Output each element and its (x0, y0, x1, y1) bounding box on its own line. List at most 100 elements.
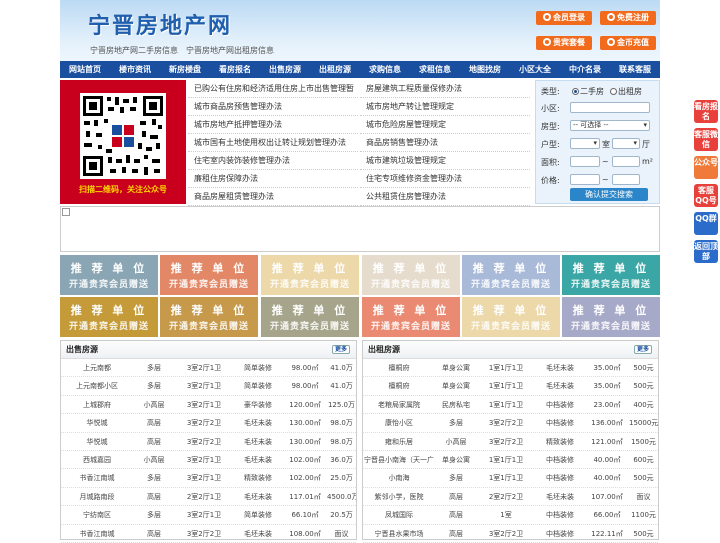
recommended-unit-ad[interactable]: 推 荐 单 位开通贵宾会员赠送 (60, 255, 158, 295)
listing-row[interactable]: 雍和乐居 小高层 3室2厅2卫 精致装修 121.00㎡ 1500元 (363, 433, 658, 451)
hall-select[interactable]: ▾ (612, 138, 640, 149)
recommended-unit-ad[interactable]: 推 荐 单 位开通贵宾会员赠送 (261, 297, 359, 337)
listing-community[interactable]: 书香江南城 (61, 525, 133, 542)
listing-row[interactable]: 华悦城 高层 3室2厅2卫 毛坯未装 130.00㎡ 98.0万 (61, 414, 356, 433)
price-min-input[interactable] (570, 174, 600, 185)
nav-viewing-signup[interactable]: 看房报名 (210, 61, 260, 78)
listing-community[interactable]: 月城路南段 (61, 488, 133, 505)
sidebar-button-2[interactable]: 公众号 (694, 156, 718, 179)
recommended-unit-ad[interactable]: 推 荐 单 位开通贵宾会员赠送 (462, 255, 560, 295)
nav-want-buy[interactable]: 求购信息 (360, 61, 410, 78)
nav-for-sale[interactable]: 出售房源 (260, 61, 310, 78)
listing-community[interactable]: 西城嘉园 (61, 451, 133, 468)
sidebar-button-3[interactable]: 客服QQ号 (694, 184, 718, 207)
news-item[interactable]: 城市房地产抵押管理办法 (188, 116, 358, 134)
news-item[interactable]: 城市危险房屋管理规定 (360, 116, 530, 134)
listing-community[interactable]: 上城郡府 (61, 396, 133, 413)
listing-row[interactable]: 老粮局家属院 民房私宅 1室1厅1卫 中档装修 23.00㎡ 400元 (363, 396, 658, 415)
recommended-unit-ad[interactable]: 推 荐 单 位开通贵宾会员赠送 (362, 255, 460, 295)
listing-community[interactable]: 檀桐府 (363, 377, 435, 394)
nav-contact[interactable]: 联系客服 (610, 61, 660, 78)
news-item[interactable]: 公共租赁住房管理办法 (360, 188, 530, 206)
news-item[interactable]: 住宅室内装饰装修管理办法 (188, 152, 358, 170)
nav-news[interactable]: 楼市资讯 (110, 61, 160, 78)
listing-community[interactable]: 紫邻小学，医院 (363, 488, 435, 505)
recommended-unit-ad[interactable]: 推 荐 单 位开通贵宾会员赠送 (160, 297, 258, 337)
listing-row[interactable]: 檀桐府 单身公寓 1室1厅1卫 毛坯未装 35.00㎡ 500元 (363, 377, 658, 396)
listing-community[interactable]: 宁晋县水果市场 (363, 525, 435, 542)
login-button[interactable]: 会员登录 (536, 11, 592, 25)
nav-new-homes[interactable]: 新房楼盘 (160, 61, 210, 78)
rent-more-button[interactable]: 更多 (634, 345, 652, 354)
listing-row[interactable]: 宁纺南区 多层 3室2厅1卫 简单装修 66.10㎡ 20.5万 (61, 506, 356, 525)
listing-row[interactable]: 西城嘉园 小高层 3室2厅1卫 毛坯未装 102.00㎡ 36.0万 (61, 451, 356, 470)
nav-agents[interactable]: 中介名录 (560, 61, 610, 78)
housetype-select[interactable]: -- 可选择 -- ▾ (570, 120, 650, 131)
room-select[interactable]: ▾ (570, 138, 600, 149)
news-item[interactable]: 住宅专项维修资金管理办法 (360, 170, 530, 188)
listing-community[interactable]: 宁纺南区 (61, 506, 133, 523)
nav-want-rent[interactable]: 求租信息 (410, 61, 460, 78)
news-item[interactable]: 城市建筑垃圾管理规定 (360, 152, 530, 170)
listing-row[interactable]: 上元南都 多层 3室2厅1卫 简单装修 98.00㎡ 41.0万 (61, 359, 356, 378)
news-item[interactable]: 城市房地产转让管理规定 (360, 98, 530, 116)
listing-row[interactable]: 小南海 多层 1室1厅1卫 中档装修 40.00㎡ 500元 (363, 469, 658, 488)
sidebar-button-5[interactable]: 返回顶部 (694, 240, 718, 263)
recommended-unit-ad[interactable]: 推 荐 单 位开通贵宾会员赠送 (160, 255, 258, 295)
listing-community[interactable]: 华悦城 (61, 414, 133, 431)
header-link-rent[interactable]: 宁晋房地产网出租房信息 (186, 45, 274, 56)
nav-for-rent[interactable]: 出租房源 (310, 61, 360, 78)
listing-community[interactable]: 上元南都 (61, 359, 133, 376)
register-button[interactable]: 免费注册 (600, 11, 656, 25)
sale-more-button[interactable]: 更多 (332, 345, 350, 354)
nav-map[interactable]: 地图找房 (460, 61, 510, 78)
news-item[interactable]: 已购公有住房和经济适用住房上市出售管理暂 (188, 80, 358, 98)
listing-community[interactable]: 檀桐府 (363, 359, 435, 376)
listing-row[interactable]: 书香江南城 多层 3室2厅1卫 精致装修 102.00㎡ 25.0万 (61, 469, 356, 488)
news-item[interactable]: 商品房销售管理办法 (360, 134, 530, 152)
search-submit-button[interactable]: 确认提交搜索 (570, 188, 648, 201)
news-item[interactable]: 城市商品房预售管理办法 (188, 98, 358, 116)
recommended-unit-ad[interactable]: 推 荐 单 位开通贵宾会员赠送 (362, 297, 460, 337)
listing-community[interactable]: 宁晋县小南海（天一广 (363, 451, 435, 468)
area-min-input[interactable] (570, 156, 600, 167)
listing-community[interactable]: 小南海 (363, 469, 435, 486)
banner-image[interactable] (60, 206, 660, 252)
recommended-unit-ad[interactable]: 推 荐 单 位开通贵宾会员赠送 (462, 297, 560, 337)
listing-row[interactable]: 月城路南段 高层 2室2厅1卫 毛坯未装 117.01㎡ 4500.0万 (61, 488, 356, 507)
listing-row[interactable]: 凤城国际 高层 1室 中档装修 66.00㎡ 1100元 (363, 506, 658, 525)
site-logo[interactable]: 宁晋房地产网 (88, 8, 232, 40)
recommended-unit-ad[interactable]: 推 荐 单 位开通贵宾会员赠送 (562, 297, 660, 337)
recommended-unit-ad[interactable]: 推 荐 单 位开通贵宾会员赠送 (261, 255, 359, 295)
listing-community[interactable]: 雍和乐居 (363, 433, 435, 450)
price-max-input[interactable] (612, 174, 640, 185)
listing-row[interactable]: 华悦城 高层 3室2厅2卫 毛坯未装 130.00㎡ 98.0万 (61, 433, 356, 451)
news-item[interactable]: 城市国有土地使用权出让转让规划管理办法 (188, 134, 358, 152)
listing-row[interactable]: 上元南都小区 多层 3室2厅1卫 简单装修 98.00㎡ 41.0万 (61, 377, 356, 396)
listing-row[interactable]: 檀桐府 单身公寓 1室1厅1卫 毛坯未装 35.00㎡ 500元 (363, 359, 658, 378)
nav-home[interactable]: 网站首页 (60, 61, 110, 78)
recommended-unit-ad[interactable]: 推 荐 单 位开通贵宾会员赠送 (60, 297, 158, 337)
header-link-sale[interactable]: 宁晋房地产网二手房信息 (90, 45, 178, 56)
listing-row[interactable]: 上城郡府 小高层 3室2厅1卫 豪华装修 120.00㎡ 125.0万 (61, 396, 356, 415)
listing-row[interactable]: 紫邻小学，医院 高层 2室2厅2卫 毛坯未装 107.00㎡ 面议 (363, 488, 658, 507)
sidebar-button-1[interactable]: 客服微信 (694, 128, 718, 151)
listing-community[interactable]: 华悦城 (61, 433, 133, 450)
recommended-unit-ad[interactable]: 推 荐 单 位开通贵宾会员赠送 (562, 255, 660, 295)
listing-community[interactable]: 凤城国际 (363, 506, 435, 523)
type-radio-rent[interactable]: 出租房 (610, 86, 642, 97)
listing-community[interactable]: 老粮局家属院 (363, 396, 435, 413)
listing-community[interactable]: 书香江南城 (61, 469, 133, 486)
type-radio-secondhand[interactable]: 二手房 (572, 86, 604, 97)
sidebar-button-4[interactable]: QQ群 (694, 212, 718, 235)
area-max-input[interactable] (612, 156, 640, 167)
coin-recharge-button[interactable]: 金币充值 (600, 36, 656, 50)
news-item[interactable]: 房屋建筑工程质量保修办法 (360, 80, 530, 98)
community-input[interactable] (570, 102, 650, 113)
sidebar-button-0[interactable]: 看房报名 (694, 100, 718, 123)
news-item[interactable]: 廉租住房保障办法 (188, 170, 358, 188)
listing-row[interactable]: 宁晋县水果市场 高层 3室2厅2卫 中档装修 122.11㎡ 500元 (363, 525, 658, 543)
news-item[interactable]: 商品房屋租赁管理办法 (188, 188, 358, 206)
listing-row[interactable]: 宁晋县小南海（天一广 单身公寓 1室1厅1卫 中档装修 40.00㎡ 600元 (363, 451, 658, 470)
listing-community[interactable]: 康怡小区 (363, 414, 435, 431)
